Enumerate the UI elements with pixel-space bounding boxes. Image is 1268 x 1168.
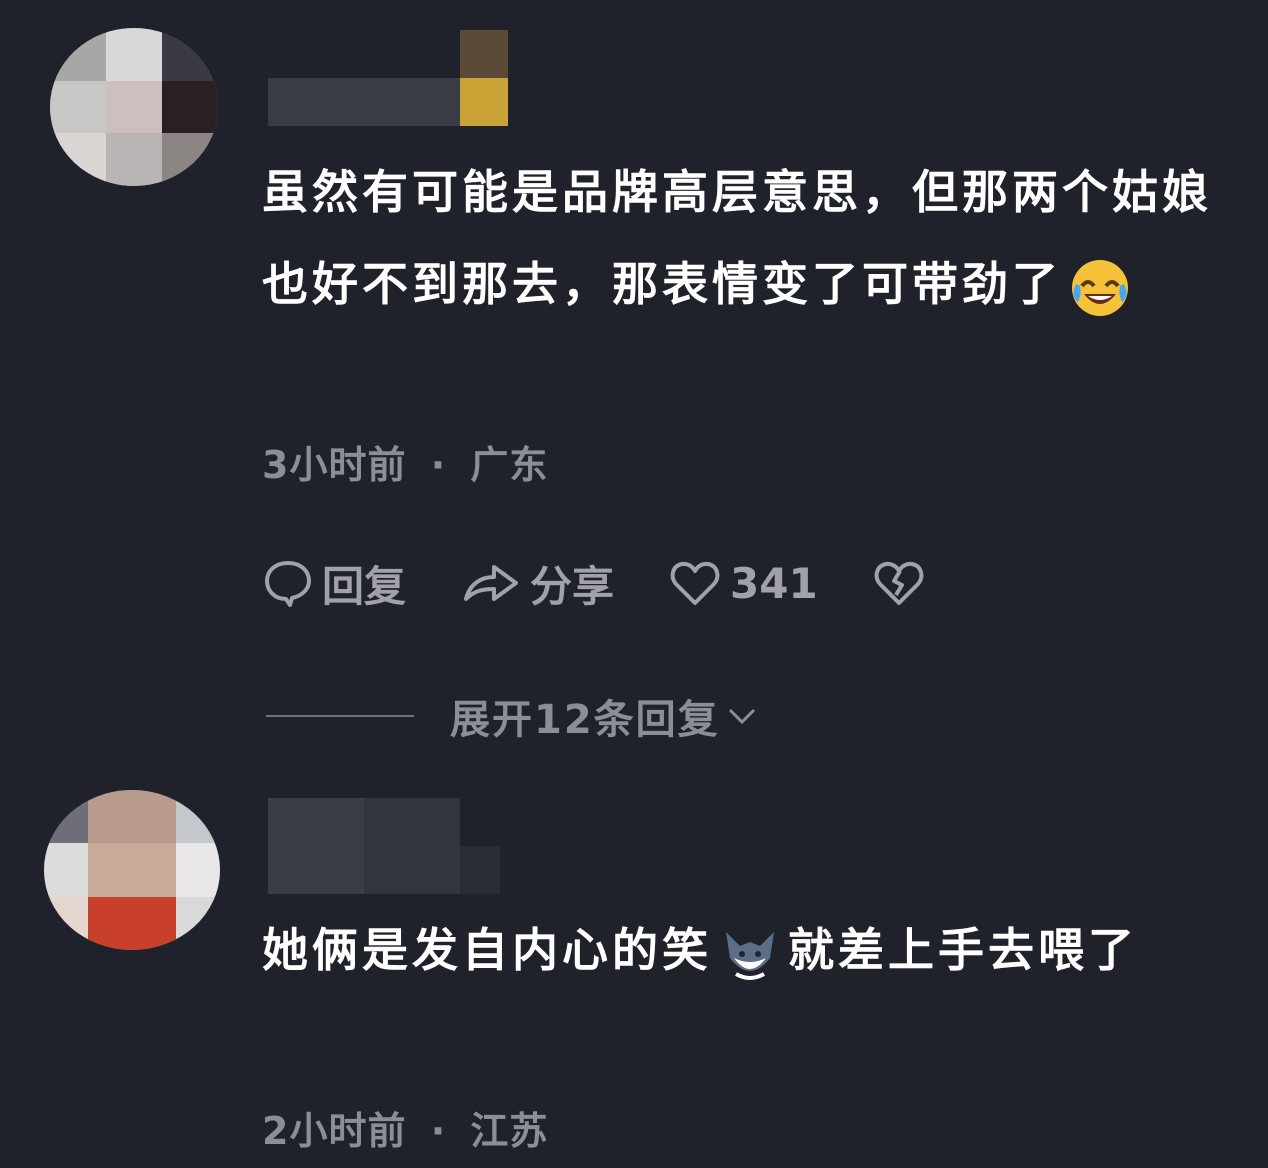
comment-meta: 2小时前 · 江苏 [262,1100,548,1155]
comment-bubble-icon [265,561,311,607]
fox-emoji-icon [726,931,774,980]
expand-replies[interactable]: 展开12条回复 [266,686,758,746]
comment-text: 她俩是发自内心的笑 就差上手去喂了 [262,904,1222,996]
reply-label: 回复 [322,561,407,611]
reply-button[interactable]: 回复 [262,553,406,614]
share-arrow-icon [464,565,519,601]
comment-item-2: 她俩是发自内心的笑 就差上手去喂了 2小时前 · 江苏 [0,760,1268,1168]
share-button[interactable]: 分享 [460,553,614,614]
comment-location: 江苏 [470,1109,549,1153]
comment-body-continued: 就差上手去喂了 [788,923,1138,977]
comment-time: 3小时前 [262,443,407,487]
share-label: 分享 [530,561,615,611]
meta-separator: · [430,1109,447,1153]
comment-item-1: 虽然有可能是品牌高层意思，但那两个姑娘也好不到那去，那表情变了可带劲了 3小时前… [0,0,1268,760]
dislike-button[interactable] [872,557,934,609]
like-button[interactable]: 341 [668,557,818,609]
meta-separator: · [430,443,447,487]
comment-meta: 3小时前 · 广东 [262,434,548,489]
avatar[interactable] [50,28,218,186]
comment-actions: 回复 分享 341 [262,548,988,618]
expand-replies-button[interactable]: 展开12条回复 [450,687,758,745]
like-count: 341 [730,558,818,608]
divider-line [266,715,414,717]
heart-icon [670,561,720,605]
laughing-crying-emoji-icon [1072,259,1128,316]
chevron-down-icon [728,708,755,725]
comment-text: 虽然有可能是品牌高层意思，但那两个姑娘也好不到那去，那表情变了可带劲了 [262,146,1222,330]
comment-time: 2小时前 [262,1109,407,1153]
broken-heart-icon [874,561,924,605]
avatar[interactable] [44,790,220,950]
comment-body: 她俩是发自内心的笑 [262,923,712,977]
username[interactable] [268,798,500,894]
comment-location: 广东 [470,443,549,487]
username[interactable] [268,30,508,126]
expand-replies-label: 展开12条回复 [450,697,720,743]
